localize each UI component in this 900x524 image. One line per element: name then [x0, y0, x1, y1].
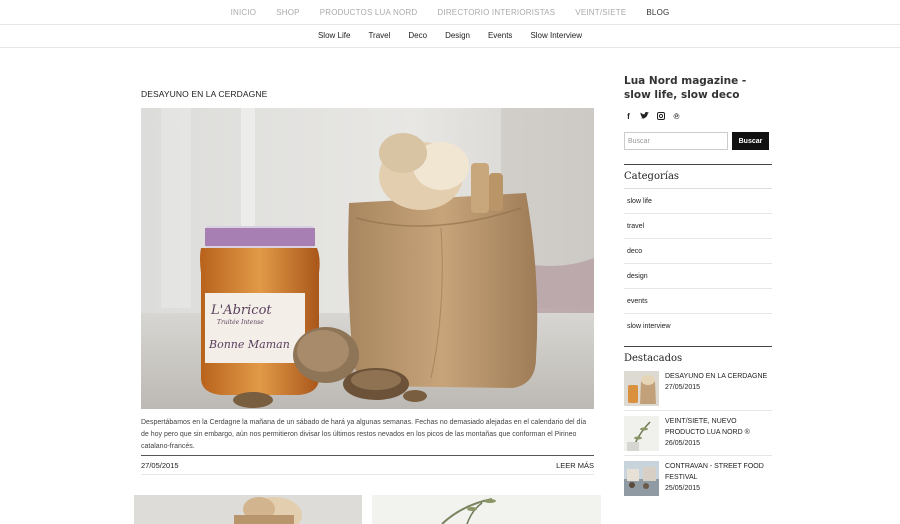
featured-date: 25/05/2015	[665, 485, 701, 492]
svg-text:Bonne Maman: Bonne Maman	[208, 338, 290, 351]
read-more-link[interactable]: LEER MÁS	[556, 461, 594, 470]
search-form: Buscar	[624, 132, 772, 150]
post-bottom-divider	[141, 474, 594, 475]
top-navigation: INICIO SHOP PRODUCTOS LUA NORD DIRECTORI…	[0, 0, 900, 25]
featured-thumbnail[interactable]	[624, 461, 659, 496]
svg-text:L'Abricot: L'Abricot	[210, 303, 272, 318]
category-travel[interactable]: travel	[624, 214, 772, 239]
nav-productos[interactable]: PRODUCTOS LUA NORD	[320, 8, 418, 17]
social-links: f ℗	[624, 111, 772, 122]
sidebar: Lua Nord magazine - slow life, slow deco…	[624, 74, 772, 500]
pinterest-icon[interactable]: ℗	[672, 112, 681, 122]
nav-inicio[interactable]: INICIO	[231, 8, 257, 17]
nav-shop[interactable]: SHOP	[276, 8, 299, 17]
category-events[interactable]: events	[624, 289, 772, 314]
post-divider	[141, 455, 594, 456]
featured-item[interactable]: VEINT/SIETE, NUEVO PRODUCTO LUA NORD ® 2…	[624, 411, 772, 456]
next-post-thumbnail-2[interactable]	[372, 495, 601, 524]
featured-title[interactable]: CONTRAVAN - STREET FOOD FESTIVAL	[665, 461, 772, 483]
featured-item-text: VEINT/SIETE, NUEVO PRODUCTO LUA NORD ® 2…	[665, 416, 772, 451]
nav-veintsiete[interactable]: VEINT/SIETE	[575, 8, 626, 17]
category-slow-interview[interactable]: slow interview	[624, 314, 772, 338]
next-post-thumbnail[interactable]	[134, 495, 362, 524]
category-deco[interactable]: deco	[624, 239, 772, 264]
subnav-slow-life[interactable]: Slow Life	[318, 31, 350, 40]
featured-heading: Destacados	[624, 346, 772, 366]
breakfast-mini-photo	[624, 371, 659, 406]
subnav-deco[interactable]: Deco	[408, 31, 427, 40]
breakfast-photo: L'Abricot Truitée Intense Bonne Maman	[141, 108, 594, 409]
featured-item[interactable]: DESAYUNO EN LA CERDAGNE 27/05/2015	[624, 366, 772, 411]
site-title[interactable]: Lua Nord magazine - slow life, slow deco	[624, 74, 772, 102]
svg-text:Truitée Intense: Truitée Intense	[217, 319, 264, 326]
featured-date: 27/05/2015	[665, 384, 701, 391]
featured-item-text: CONTRAVAN - STREET FOOD FESTIVAL 25/05/2…	[665, 461, 772, 496]
categories-heading: Categorías	[624, 164, 772, 189]
subnav-design[interactable]: Design	[445, 31, 470, 40]
post-excerpt: Despertábamos en la Cerdagne la mañana d…	[141, 419, 587, 450]
twitter-icon[interactable]	[640, 111, 649, 122]
search-input[interactable]	[624, 132, 728, 150]
plant-thumbnail-photo	[372, 495, 601, 524]
category-slow-life[interactable]: slow life	[624, 189, 772, 214]
subnav-slow-interview[interactable]: Slow Interview	[530, 31, 582, 40]
categories-list: slow life travel deco design events slow…	[624, 189, 772, 338]
featured-title[interactable]: DESAYUNO EN LA CERDAGNE	[665, 371, 767, 382]
instagram-icon[interactable]	[656, 112, 665, 122]
post-title[interactable]: DESAYUNO EN LA CERDAGNE	[141, 89, 267, 99]
breakfast-thumbnail-photo	[134, 495, 362, 524]
featured-item-text: DESAYUNO EN LA CERDAGNE 27/05/2015	[665, 371, 767, 406]
nav-blog[interactable]: BLOG	[646, 8, 669, 17]
search-button[interactable]: Buscar	[732, 132, 769, 150]
category-navigation: Slow Life Travel Deco Design Events Slow…	[0, 24, 900, 48]
plant-mini-photo	[624, 416, 659, 451]
subnav-travel[interactable]: Travel	[368, 31, 390, 40]
featured-thumbnail[interactable]	[624, 416, 659, 451]
post-date: 27/05/2015	[141, 461, 179, 470]
festival-mini-photo	[624, 461, 659, 496]
featured-date: 26/05/2015	[665, 440, 701, 447]
featured-thumbnail[interactable]	[624, 371, 659, 406]
category-design[interactable]: design	[624, 264, 772, 289]
facebook-icon[interactable]: f	[624, 112, 633, 122]
featured-item[interactable]: CONTRAVAN - STREET FOOD FESTIVAL 25/05/2…	[624, 456, 772, 500]
nav-directorio[interactable]: DIRECTORIO INTERIORISTAS	[437, 8, 555, 17]
post-hero-image[interactable]: L'Abricot Truitée Intense Bonne Maman	[141, 108, 594, 409]
subnav-events[interactable]: Events	[488, 31, 512, 40]
featured-title[interactable]: VEINT/SIETE, NUEVO PRODUCTO LUA NORD ®	[665, 416, 772, 438]
